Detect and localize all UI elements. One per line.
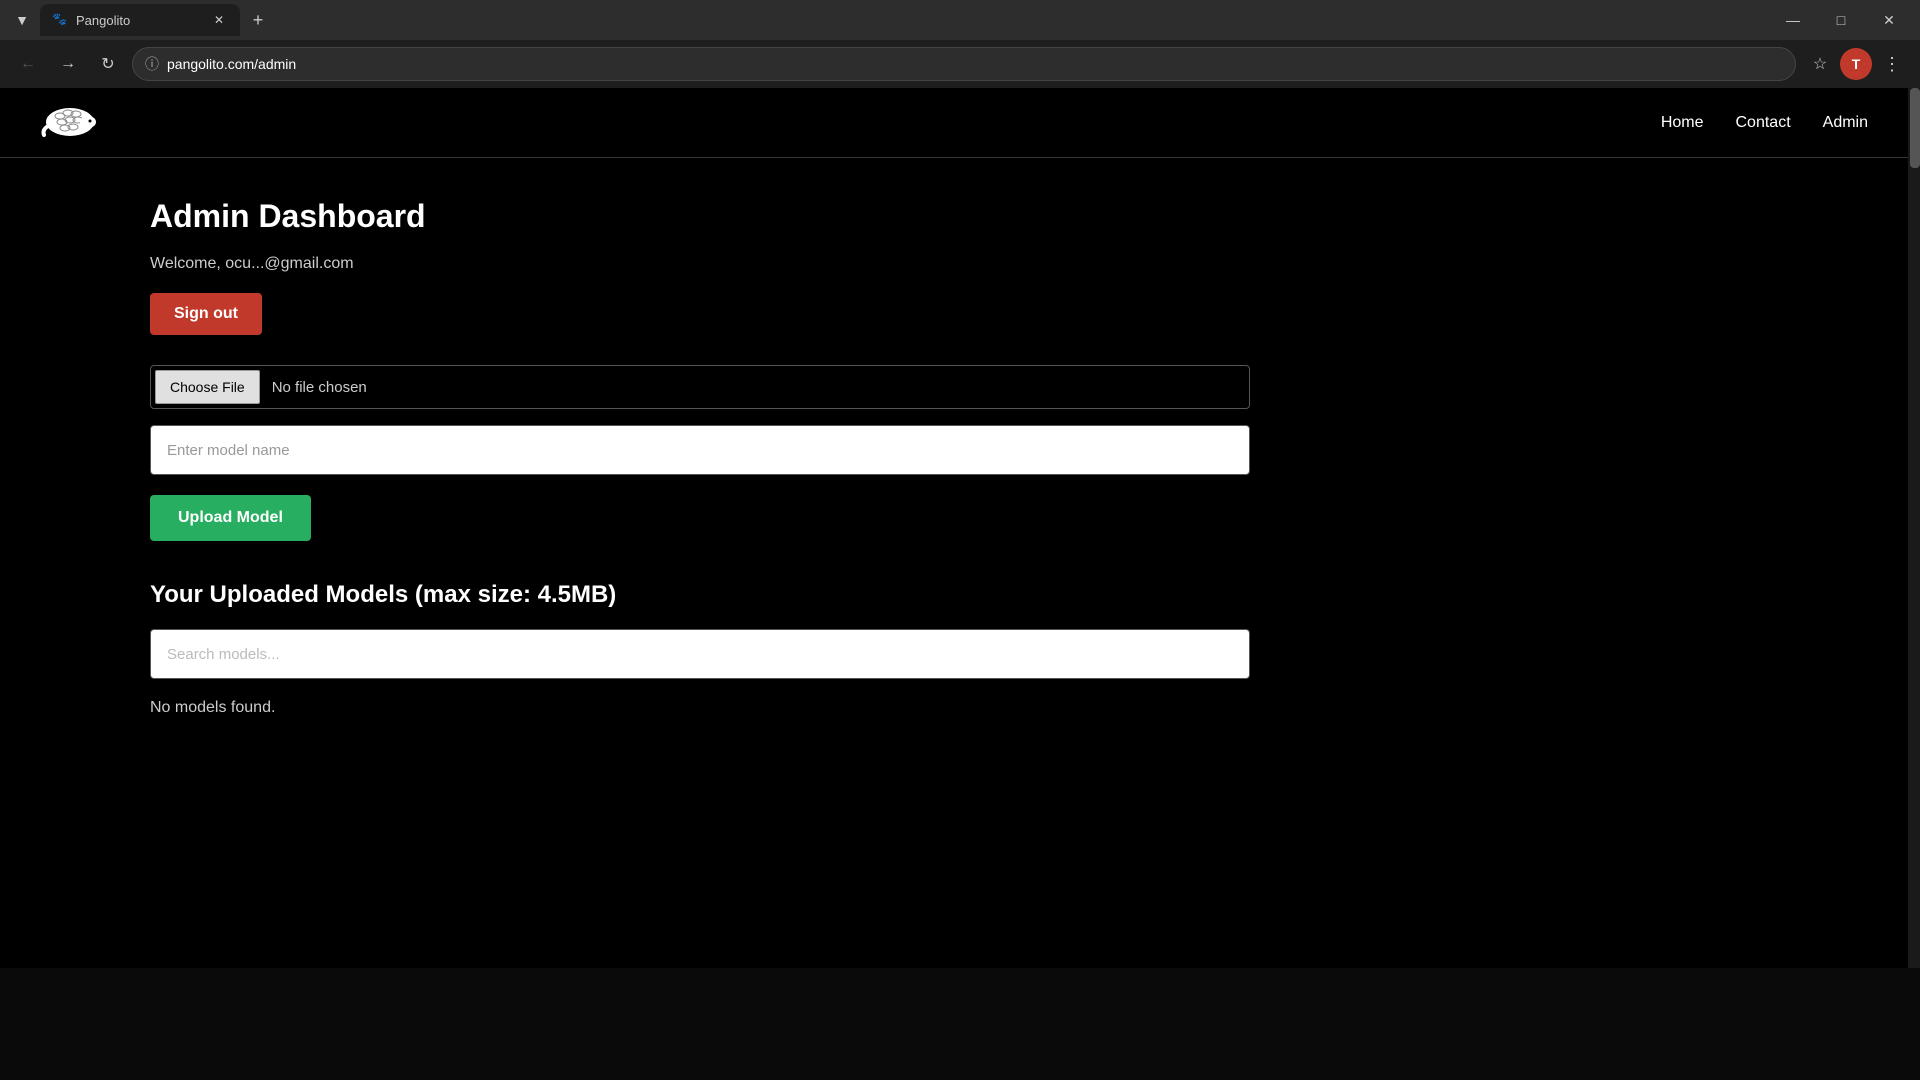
address-actions: ☆ T ⋮ [1804, 48, 1908, 80]
browser-chrome: ▼ 🐾 Pangolito ✕ + — □ ✕ ← → ↻ ⓘ pangolit… [0, 0, 1920, 88]
forward-button[interactable]: → [52, 48, 84, 80]
url-text: pangolito.com/admin [167, 56, 296, 72]
page-scroll-container: Home Contact Admin Admin Dashboard Welco… [0, 88, 1920, 968]
security-icon: ⓘ [145, 54, 159, 74]
close-button[interactable]: ✕ [1866, 4, 1912, 36]
scrollbar[interactable] [1908, 88, 1920, 968]
site-wrapper: Home Contact Admin Admin Dashboard Welco… [0, 88, 1908, 968]
minimize-button[interactable]: — [1770, 4, 1816, 36]
tab-bar: ▼ 🐾 Pangolito ✕ + — □ ✕ [0, 0, 1920, 40]
welcome-text: Welcome, ocu...@gmail.com [150, 255, 1758, 273]
scrollbar-thumb[interactable] [1910, 88, 1920, 168]
logo-image [40, 100, 100, 145]
window-controls: — □ ✕ [1770, 4, 1912, 36]
maximize-button[interactable]: □ [1818, 4, 1864, 36]
bookmark-button[interactable]: ☆ [1804, 48, 1836, 80]
menu-button[interactable]: ⋮ [1876, 48, 1908, 80]
profile-button[interactable]: T [1840, 48, 1872, 80]
no-models-text: No models found. [150, 699, 1758, 717]
tab-close-button[interactable]: ✕ [210, 11, 228, 29]
tab-title: Pangolito [76, 13, 202, 28]
models-section-title: Your Uploaded Models (max size: 4.5MB) [150, 581, 1758, 609]
nav-link-home[interactable]: Home [1661, 114, 1704, 132]
tab-dropdown-button[interactable]: ▼ [8, 6, 36, 34]
address-bar: ← → ↻ ⓘ pangolito.com/admin ☆ T ⋮ [0, 40, 1920, 88]
site-navbar: Home Contact Admin [0, 88, 1908, 158]
tab-favicon-icon: 🐾 [52, 12, 68, 28]
nav-link-contact[interactable]: Contact [1736, 114, 1791, 132]
back-button[interactable]: ← [12, 48, 44, 80]
address-field[interactable]: ⓘ pangolito.com/admin [132, 47, 1796, 81]
sign-out-button[interactable]: Sign out [150, 293, 262, 335]
new-tab-button[interactable]: + [244, 6, 272, 34]
browser-tab[interactable]: 🐾 Pangolito ✕ [40, 4, 240, 36]
reload-button[interactable]: ↻ [92, 48, 124, 80]
file-input-status: No file chosen [272, 379, 367, 396]
nav-link-admin[interactable]: Admin [1823, 114, 1868, 132]
site-logo [40, 100, 100, 145]
search-models-input[interactable] [150, 629, 1250, 679]
site-nav-links: Home Contact Admin [1661, 114, 1868, 132]
page-title: Admin Dashboard [150, 198, 1758, 235]
upload-model-button[interactable]: Upload Model [150, 495, 311, 541]
model-name-input[interactable] [150, 425, 1250, 475]
file-input-wrapper: Choose File No file chosen [150, 365, 1250, 409]
choose-file-button[interactable]: Choose File [155, 370, 260, 404]
main-content: Admin Dashboard Welcome, ocu...@gmail.co… [0, 158, 1908, 757]
